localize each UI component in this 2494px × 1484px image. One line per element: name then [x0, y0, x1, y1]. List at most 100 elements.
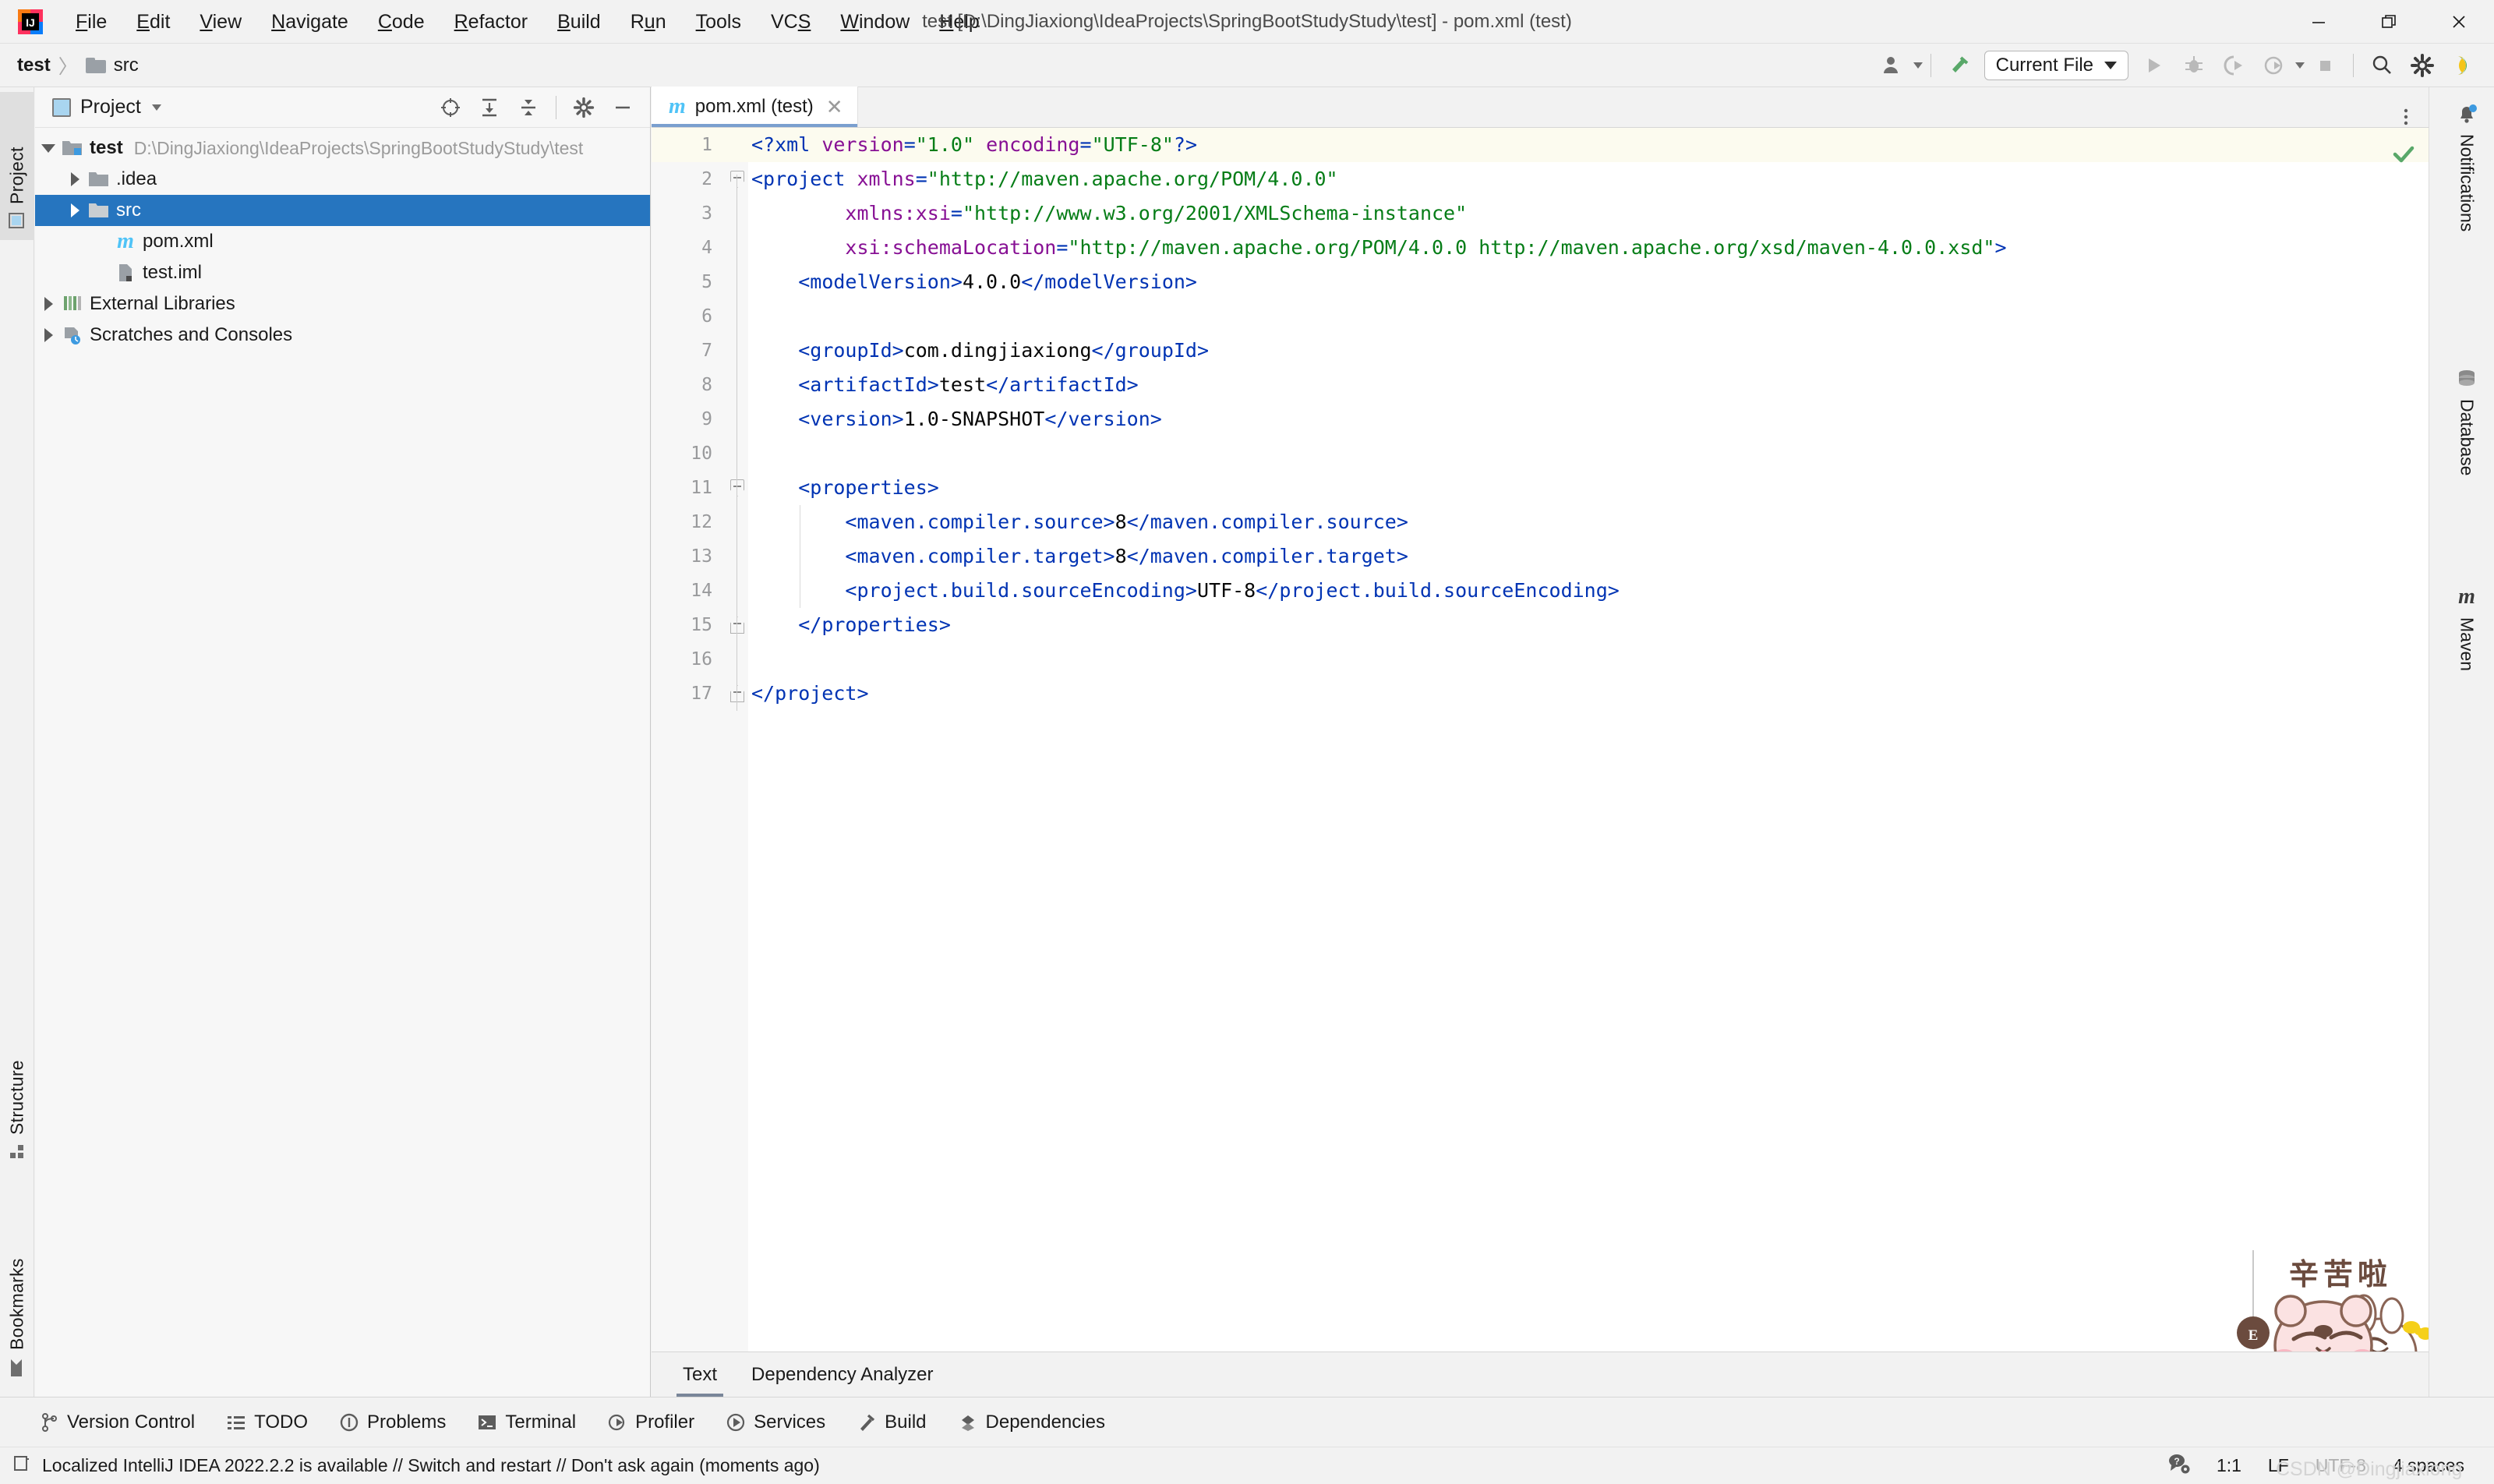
- sidebar-item-database[interactable]: Database: [2444, 368, 2489, 563]
- restore-icon[interactable]: [2354, 0, 2424, 44]
- bottom-item-services[interactable]: Services: [710, 1412, 841, 1433]
- code-line[interactable]: 4 xsi:schemaLocation="http://maven.apach…: [652, 231, 2429, 265]
- bottom-item-todo[interactable]: TODO: [210, 1412, 323, 1433]
- menu-item-code[interactable]: Code: [363, 7, 440, 37]
- run-configuration-selector[interactable]: Current File: [1984, 51, 2128, 80]
- code-line[interactable]: 6: [652, 299, 2429, 334]
- bottom-item-problems[interactable]: Problems: [323, 1412, 461, 1433]
- avatar-dropdown-caret-icon[interactable]: [1913, 62, 1923, 69]
- bottom-item-profiler[interactable]: Profiler: [592, 1412, 710, 1433]
- profile-icon[interactable]: [2255, 44, 2295, 87]
- breadcrumb-node[interactable]: src: [114, 55, 139, 76]
- caret-position[interactable]: 1:1: [2217, 1455, 2241, 1476]
- menu-item-run[interactable]: Run: [616, 7, 681, 37]
- event-log-icon[interactable]: [12, 1454, 31, 1477]
- code-lines[interactable]: 1 <?xml version="1.0" encoding="UTF-8"?> 2…: [652, 128, 2429, 1352]
- code-line[interactable]: 15 </properties>: [652, 608, 2429, 642]
- chevron-right-icon[interactable]: [70, 203, 79, 217]
- code-line[interactable]: 13 <maven.compiler.target>8</maven.compi…: [652, 539, 2429, 574]
- user-avatar-icon[interactable]: [1873, 44, 1913, 87]
- code-line[interactable]: 3 xmlns:xsi="http://www.w3.org/2001/XMLS…: [652, 196, 2429, 231]
- expand-all-icon[interactable]: [470, 87, 509, 128]
- editor-bottom-tabs[interactable]: Text Dependency Analyzer: [652, 1352, 2429, 1397]
- code-line[interactable]: 10: [652, 436, 2429, 471]
- sidebar-item-notifications[interactable]: Notifications: [2444, 103, 2489, 337]
- chevron-right-icon[interactable]: [44, 297, 53, 311]
- line-separator[interactable]: LF: [2268, 1455, 2289, 1476]
- breadcrumb[interactable]: test 〉 src: [17, 51, 139, 80]
- tree-node-test-iml[interactable]: test.iml: [35, 257, 650, 288]
- run-icon[interactable]: [2133, 44, 2174, 87]
- project-tree[interactable]: test D:\DingJiaxiong\IdeaProjects\Spring…: [35, 128, 650, 351]
- close-icon[interactable]: [2424, 0, 2494, 44]
- bottom-item-build[interactable]: Build: [841, 1412, 941, 1433]
- search-everywhere-icon[interactable]: [2362, 44, 2402, 87]
- code-line[interactable]: 2 <project xmlns="http://maven.apache.org…: [652, 162, 2429, 196]
- chevron-right-icon[interactable]: [44, 328, 53, 342]
- code-editor[interactable]: 1 <?xml version="1.0" encoding="UTF-8"?> 2…: [652, 128, 2429, 1352]
- tree-node-test[interactable]: test D:\DingJiaxiong\IdeaProjects\Spring…: [35, 132, 650, 164]
- menu-item-build[interactable]: Build: [542, 7, 616, 37]
- fold-marker-close[interactable]: [730, 685, 744, 702]
- menu-item-navigate[interactable]: Navigate: [256, 7, 363, 37]
- code-line[interactable]: 7 <groupId>com.dingjiaxiong</groupId>: [652, 334, 2429, 368]
- code-line[interactable]: 16: [652, 642, 2429, 677]
- menu-item-help[interactable]: Help: [924, 7, 994, 37]
- close-icon[interactable]: ✕: [826, 95, 843, 119]
- fold-marker-open[interactable]: [730, 171, 744, 188]
- menu-item-file[interactable]: File: [61, 7, 122, 37]
- code-line[interactable]: 8 <artifactId>test</artifactId>: [652, 368, 2429, 402]
- project-view-dropdown-caret-icon[interactable]: [151, 104, 161, 111]
- tree-node-pom-xml[interactable]: m pom.xml: [35, 226, 650, 257]
- profile-dropdown-caret-icon[interactable]: [2295, 62, 2305, 69]
- sidebar-item-bookmarks[interactable]: Bookmarks: [0, 1194, 34, 1389]
- code-line[interactable]: 14 <project.build.sourceEncoding>UTF-8</…: [652, 574, 2429, 608]
- panel-settings-icon[interactable]: [564, 87, 603, 128]
- editor-tab-pom-xml[interactable]: m pom.xml (test) ✕: [652, 87, 858, 127]
- tab-text[interactable]: Text: [666, 1352, 734, 1397]
- bottom-item-dependencies[interactable]: Dependencies: [942, 1412, 1121, 1433]
- editor-tab-options[interactable]: [2396, 107, 2429, 127]
- help-settings-icon[interactable]: ?: [2167, 1452, 2190, 1479]
- select-opened-file-icon[interactable]: [431, 87, 470, 128]
- menu-item-window[interactable]: Window: [825, 7, 924, 37]
- menu-bar[interactable]: File Edit View Navigate Code Refactor Bu…: [61, 7, 994, 37]
- menu-item-refactor[interactable]: Refactor: [440, 7, 543, 37]
- file-encoding[interactable]: UTF-8: [2316, 1455, 2366, 1476]
- code-line[interactable]: 1 <?xml version="1.0" encoding="UTF-8"?>: [652, 128, 2429, 162]
- menu-item-vcs[interactable]: VCS: [756, 7, 825, 37]
- hide-panel-icon[interactable]: [603, 87, 642, 128]
- breadcrumb-project[interactable]: test: [17, 55, 51, 76]
- window-controls[interactable]: [2284, 0, 2494, 44]
- minimize-icon[interactable]: [2284, 0, 2354, 44]
- settings-gear-icon[interactable]: [2402, 44, 2443, 87]
- collapse-all-icon[interactable]: [509, 87, 548, 128]
- code-line[interactable]: 12 <maven.compiler.source>8</maven.compi…: [652, 505, 2429, 539]
- code-line[interactable]: 11 <properties>: [652, 471, 2429, 505]
- bottom-tool-window-bar[interactable]: Version Control TODO Problems Terminal P…: [0, 1397, 2494, 1447]
- build-hammer-icon[interactable]: [1939, 44, 1980, 87]
- chevron-down-icon[interactable]: [41, 143, 55, 153]
- tree-node-src[interactable]: src: [35, 195, 650, 226]
- code-line[interactable]: 5 <modelVersion>4.0.0</modelVersion>: [652, 265, 2429, 299]
- sidebar-item-structure[interactable]: Structure: [0, 999, 34, 1171]
- tree-node-external-libraries[interactable]: External Libraries: [35, 288, 650, 320]
- sidebar-item-maven[interactable]: m Maven: [2444, 586, 2489, 742]
- ide-feature-icon[interactable]: [2443, 44, 2483, 87]
- run-with-coverage-icon[interactable]: [2214, 44, 2255, 87]
- sidebar-item-project[interactable]: Project: [0, 92, 34, 240]
- tree-node-scratches-and-consoles[interactable]: Scratches and Consoles: [35, 320, 650, 351]
- menu-item-view[interactable]: View: [185, 7, 256, 37]
- status-message[interactable]: Localized IntelliJ IDEA 2022.2.2 is avai…: [42, 1455, 820, 1476]
- chevron-right-icon[interactable]: [70, 172, 79, 186]
- fold-marker-close[interactable]: [730, 617, 744, 634]
- bottom-item-version-control[interactable]: Version Control: [23, 1412, 210, 1433]
- chevron-down-icon[interactable]: [2104, 62, 2117, 69]
- fold-marker-open[interactable]: [730, 479, 744, 496]
- stop-icon[interactable]: [2305, 44, 2345, 87]
- menu-item-tools[interactable]: Tools: [681, 7, 756, 37]
- tree-node-idea[interactable]: .idea: [35, 164, 650, 195]
- tab-dependency-analyzer[interactable]: Dependency Analyzer: [734, 1352, 950, 1397]
- indent-setting[interactable]: 4 spaces: [2393, 1455, 2464, 1476]
- menu-item-edit[interactable]: Edit: [122, 7, 185, 37]
